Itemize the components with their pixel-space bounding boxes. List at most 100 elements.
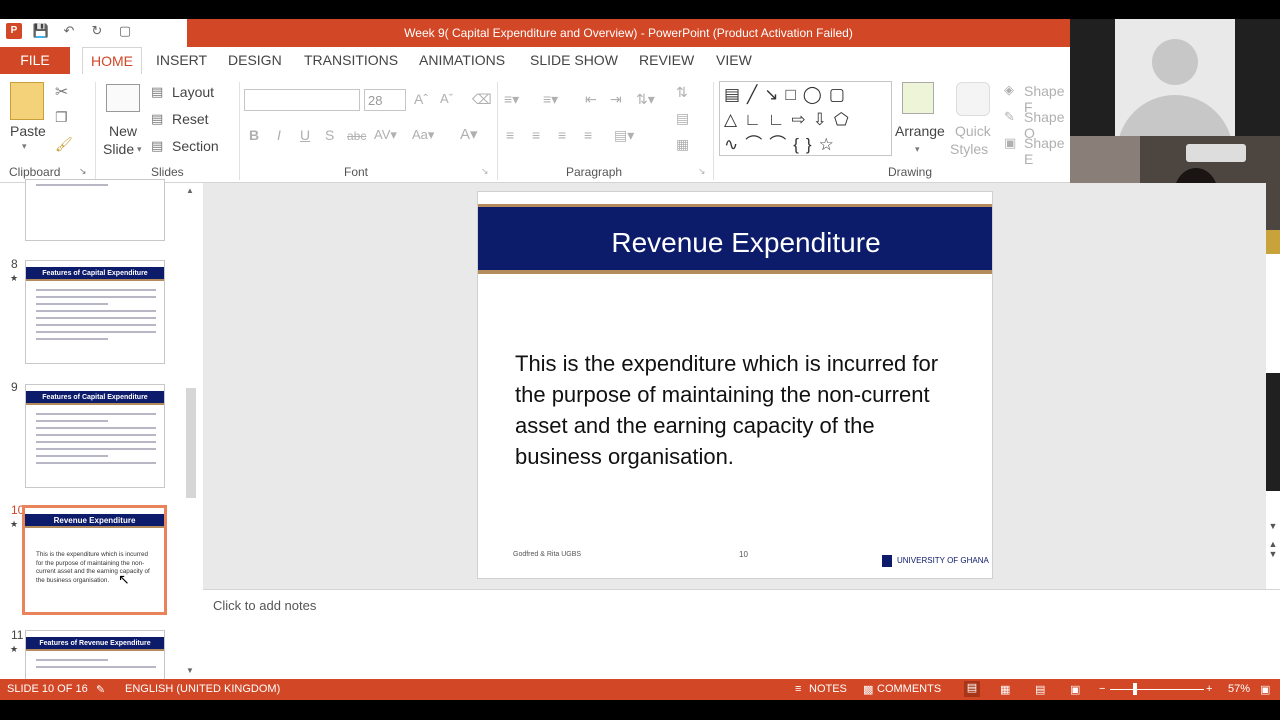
new-slide-dropdown-icon[interactable]: ▾ [137,144,142,155]
slide-thumbnail-9[interactable]: Features of Capital Expenditure [25,384,165,488]
fit-to-window-icon[interactable]: ▣ [1260,683,1270,696]
layout-button[interactable]: Layout [172,84,214,100]
scroll-down-icon[interactable]: ▼ [1266,521,1280,531]
new-slide-icon[interactable] [106,84,140,112]
paste-icon[interactable] [10,82,44,120]
reading-view-icon[interactable]: ▤ [1035,683,1045,696]
quick-styles-icon[interactable] [956,82,990,116]
format-painter-icon[interactable]: 🖌 [55,136,73,153]
screen-bottom-bar [0,700,1280,720]
tab-slide-show[interactable]: SLIDE SHOW [530,47,618,74]
editor-scrollbar[interactable]: ▼ ▲ ▼ [1266,521,1280,591]
paste-button[interactable]: Paste [10,123,46,139]
save-icon[interactable]: 💾 [32,23,50,39]
text-direction-icon[interactable]: ⇅ [676,84,688,101]
undo-icon[interactable]: ↶ [60,23,78,39]
cut-icon[interactable]: ✂ [55,82,68,102]
comments-icon[interactable]: ▩ [863,683,873,696]
scrollbar-thumb[interactable] [186,388,196,498]
zoom-in-icon[interactable]: + [1206,683,1212,695]
shadow-icon[interactable]: S [325,127,334,143]
zoom-level[interactable]: 57% [1228,683,1250,695]
clipboard-launcher-icon[interactable]: ↘ [79,166,87,177]
participant-tile-1[interactable] [1070,19,1280,155]
copy-icon[interactable]: ❐ [55,109,68,126]
change-case-icon[interactable]: Aa▾ [412,127,434,143]
increase-indent-icon[interactable]: ⇥ [610,91,622,108]
decrease-font-icon[interactable]: Aˇ [440,91,453,106]
zoom-slider-thumb[interactable] [1133,683,1137,695]
align-left-icon[interactable]: ≡ [506,127,514,143]
repeat-icon[interactable]: ↻ [88,23,106,39]
tab-review[interactable]: REVIEW [639,47,694,74]
previous-slide-icon[interactable]: ▲ [1266,539,1280,549]
shape-effects-icon: ▣ [1004,135,1017,150]
slide-thumbnail-8[interactable]: Features of Capital Expenditure [25,260,165,364]
bullets-icon[interactable]: ≡▾ [504,91,519,108]
thumbnail-scrollbar[interactable]: ▲ ▼ [183,183,199,679]
current-slide[interactable]: Revenue Expenditure This is the expendit… [477,191,993,579]
character-spacing-icon[interactable]: AV▾ [374,127,397,143]
tab-home[interactable]: HOME [82,47,142,74]
next-slide-icon[interactable]: ▼ [1266,549,1280,559]
paragraph-launcher-icon[interactable]: ↘ [698,166,706,177]
arrange-icon[interactable] [902,82,934,114]
justify-icon[interactable]: ≡ [584,127,592,143]
increase-font-icon[interactable]: Aˆ [414,91,428,107]
font-color-icon[interactable]: A▾ [460,125,478,143]
language-indicator[interactable]: ENGLISH (UNITED KINGDOM) [125,683,280,695]
slide-body-text[interactable]: This is the expenditure which is incurre… [515,348,955,472]
slide-title[interactable]: Revenue Expenditure [478,227,1014,259]
tab-insert[interactable]: INSERT [156,47,207,74]
reset-button[interactable]: Reset [172,111,209,127]
notes-pane[interactable]: Click to add notes [203,589,1280,679]
slideshow-view-icon[interactable]: ▣ [1070,683,1080,696]
new-slide-label-2[interactable]: Slide [103,141,134,157]
scroll-up-icon[interactable]: ▲ [186,186,194,195]
notes-placeholder[interactable]: Click to add notes [213,598,316,613]
tab-file[interactable]: FILE [0,47,70,74]
italic-icon[interactable]: I [277,127,281,143]
line-spacing-icon[interactable]: ⇅▾ [636,91,655,108]
slide-thumbnail-7[interactable] [25,179,165,241]
notes-icon[interactable]: ≡ [795,683,801,695]
arrange-dropdown-icon[interactable]: ▾ [915,144,920,155]
comments-button[interactable]: COMMENTS [877,683,941,695]
columns-icon[interactable]: ▤▾ [614,127,634,144]
strikethrough-icon[interactable]: abc [347,129,366,143]
section-button[interactable]: Section [172,138,219,154]
notes-button[interactable]: NOTES [809,683,847,695]
font-name-input[interactable] [244,89,360,111]
align-text-icon[interactable]: ▤ [676,110,689,127]
align-center-icon[interactable]: ≡ [532,127,540,143]
align-right-icon[interactable]: ≡ [558,127,566,143]
quick-styles-label-1[interactable]: Quick [955,123,991,139]
zoom-out-icon[interactable]: − [1099,683,1105,695]
air-conditioner [1186,144,1246,162]
scroll-down-icon[interactable]: ▼ [186,666,194,675]
spellcheck-icon[interactable]: ✎ [96,683,105,696]
smartart-icon[interactable]: ▦ [676,136,689,153]
clear-formatting-icon[interactable]: ⌫ [472,91,492,108]
paste-dropdown-icon[interactable]: ▾ [22,141,27,152]
new-slide-label-1[interactable]: New [109,123,137,139]
tab-animations[interactable]: ANIMATIONS [419,47,505,74]
slide-thumbnail-10-selected[interactable]: Revenue Expenditure This is the expendit… [22,505,167,615]
slide-sorter-icon[interactable]: ▦ [1000,683,1010,696]
shapes-gallery[interactable]: ▤╱↘□◯▢ △∟∟⇨⇩⬠ ∿⌒⌒{}☆ [719,81,892,156]
normal-view-icon[interactable]: ▤ [964,681,980,697]
font-size-input[interactable]: 28 [364,89,406,111]
arrange-button[interactable]: Arrange [895,123,945,139]
bold-icon[interactable]: B [249,127,259,143]
zoom-slider-track[interactable] [1110,689,1204,690]
font-launcher-icon[interactable]: ↘ [481,166,489,177]
underline-icon[interactable]: U [300,127,310,143]
numbering-icon[interactable]: ≡▾ [543,91,558,108]
tab-view[interactable]: VIEW [716,47,752,74]
shape-effects-button[interactable]: Shape E [1024,135,1070,167]
tab-transitions[interactable]: TRANSITIONS [304,47,398,74]
start-slideshow-icon[interactable]: ▢ [116,23,134,39]
decrease-indent-icon[interactable]: ⇤ [585,91,597,108]
quick-styles-label-2[interactable]: Styles [950,141,988,157]
tab-design[interactable]: DESIGN [228,47,282,74]
